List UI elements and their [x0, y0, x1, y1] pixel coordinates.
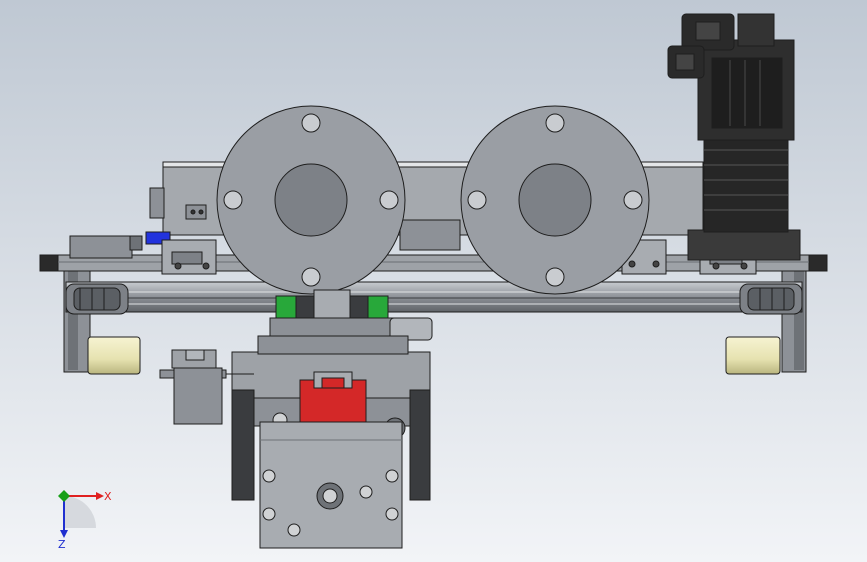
left-belt-pulley[interactable] — [65, 283, 129, 315]
left-roller[interactable] — [87, 336, 141, 375]
left-flange[interactable] — [216, 105, 406, 295]
motor-connector-side[interactable] — [667, 45, 705, 79]
right-flange[interactable] — [460, 105, 650, 295]
z-axis-label: Z — [58, 538, 66, 551]
right-roller[interactable] — [725, 336, 781, 375]
left-clamp-bracket[interactable] — [161, 239, 217, 275]
linear-rail-beam[interactable] — [65, 281, 803, 313]
servo-motor[interactable] — [687, 39, 801, 261]
right-belt-pulley[interactable] — [739, 283, 803, 315]
cad-viewport[interactable]: X Z — [0, 0, 867, 562]
assembly-drawing[interactable]: X Z — [0, 0, 867, 562]
red-slider[interactable] — [299, 371, 367, 423]
bottom-end-plate[interactable] — [259, 421, 403, 549]
motor-connector-top[interactable] — [681, 13, 775, 51]
x-axis-label: X — [104, 490, 112, 503]
left-end-block[interactable] — [69, 235, 143, 259]
